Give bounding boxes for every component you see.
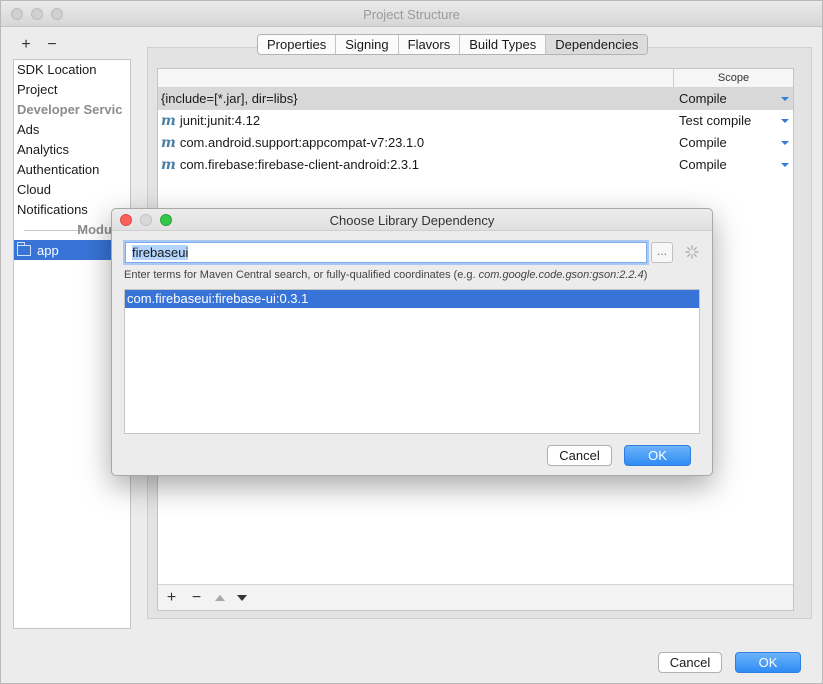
scope-dropdown-icon[interactable] xyxy=(781,141,789,145)
dependency-scope[interactable]: Compile xyxy=(679,132,727,154)
remove-dependency-icon[interactable]: − xyxy=(190,589,203,606)
add-dependency-icon[interactable]: + xyxy=(165,589,178,606)
move-up-icon[interactable] xyxy=(215,594,225,601)
dependency-cell: m com.firebase:firebase-client-android:2.… xyxy=(161,154,419,176)
dialog-title: Choose Library Dependency xyxy=(329,213,495,228)
sidebar-item-cloud[interactable]: Cloud xyxy=(14,180,130,200)
dependency-cell: m junit:junit:4.12 xyxy=(161,110,260,132)
hint-suffix: ) xyxy=(643,269,648,281)
tab-build-types[interactable]: Build Types xyxy=(460,35,547,54)
scope-dropdown-icon[interactable] xyxy=(781,97,789,101)
remove-icon[interactable]: − xyxy=(45,37,59,53)
dialog-titlebar: Choose Library Dependency xyxy=(112,209,712,231)
maven-icon: m xyxy=(161,113,176,129)
sidebar-item-app-label: app xyxy=(37,242,59,258)
sidebar-item-authentication[interactable]: Authentication xyxy=(14,160,130,180)
sidebar-item-ads[interactable]: Ads xyxy=(14,120,130,140)
dialog-ok-button[interactable]: OK xyxy=(624,445,691,466)
folder-icon xyxy=(17,241,31,256)
hint-example: com.google.code.gson:gson:2.2.4 xyxy=(478,269,644,281)
search-value: firebaseui xyxy=(132,245,189,260)
dependency-name: com.android.support:appcompat-v7:23.1.0 xyxy=(179,135,425,150)
dependency-cell: m com.android.support:appcompat-v7:23.1.0 xyxy=(161,132,424,154)
hint-prefix: Enter terms for Maven Central search, or… xyxy=(124,269,479,281)
dependency-scope[interactable]: Compile xyxy=(679,88,727,110)
library-search-input[interactable]: firebaseui xyxy=(125,242,647,263)
scope-dropdown-icon[interactable] xyxy=(781,119,789,123)
tab-properties[interactable]: Properties xyxy=(258,35,337,54)
tab-bar: Properties Signing Flavors Build Types D… xyxy=(257,34,649,55)
cancel-button[interactable]: Cancel xyxy=(658,652,722,673)
list-item[interactable]: com.firebaseui:firebase-ui:0.3.1 xyxy=(125,290,699,308)
sidebar-header-developer-services: Developer Servic xyxy=(17,102,123,117)
table-row[interactable]: m junit:junit:4.12 Test compile xyxy=(158,110,793,132)
sidebar-toolbar: + − xyxy=(19,37,59,53)
dependency-name: junit:junit:4.12 xyxy=(179,113,261,128)
table-header: Scope xyxy=(158,69,793,88)
table-row[interactable]: m com.firebase:firebase-client-android:2.… xyxy=(158,154,793,176)
maven-icon: m xyxy=(161,135,176,151)
window-title: Project Structure xyxy=(363,7,460,22)
dependency-name: com.firebase:firebase-client-android:2.3… xyxy=(179,157,420,172)
dependency-scope[interactable]: Test compile xyxy=(679,110,751,132)
scope-column-header[interactable]: Scope xyxy=(673,69,793,87)
search-results-list: com.firebaseui:firebase-ui:0.3.1 xyxy=(124,289,700,434)
dependency-scope[interactable]: Compile xyxy=(679,154,727,176)
dialog-cancel-button[interactable]: Cancel xyxy=(547,445,612,466)
scope-dropdown-icon[interactable] xyxy=(781,163,789,167)
sidebar-item-sdk-location[interactable]: SDK Location xyxy=(14,60,130,80)
tab-dependencies[interactable]: Dependencies xyxy=(546,35,648,54)
search-hint: Enter terms for Maven Central search, or… xyxy=(124,269,647,281)
dependency-name: {include=[*.jar], dir=libs} xyxy=(161,91,298,106)
tab-signing[interactable]: Signing xyxy=(336,35,399,54)
move-down-icon[interactable] xyxy=(237,594,247,601)
add-icon[interactable]: + xyxy=(19,37,33,53)
loading-spinner-icon xyxy=(685,245,699,259)
maven-icon: m xyxy=(161,157,176,173)
choose-library-dependency-dialog: Choose Library Dependency firebaseui ...… xyxy=(111,208,713,476)
ok-button[interactable]: OK xyxy=(735,652,801,673)
tab-flavors[interactable]: Flavors xyxy=(398,35,461,54)
table-row[interactable]: {include=[*.jar], dir=libs} Compile xyxy=(158,88,793,110)
browse-button[interactable]: ... xyxy=(651,242,673,263)
table-toolbar: + − xyxy=(158,584,793,610)
sidebar-item-project[interactable]: Project xyxy=(14,80,130,100)
sidebar-item-analytics[interactable]: Analytics xyxy=(14,140,130,160)
window-titlebar: Project Structure xyxy=(1,1,822,27)
table-row[interactable]: m com.android.support:appcompat-v7:23.1.0… xyxy=(158,132,793,154)
